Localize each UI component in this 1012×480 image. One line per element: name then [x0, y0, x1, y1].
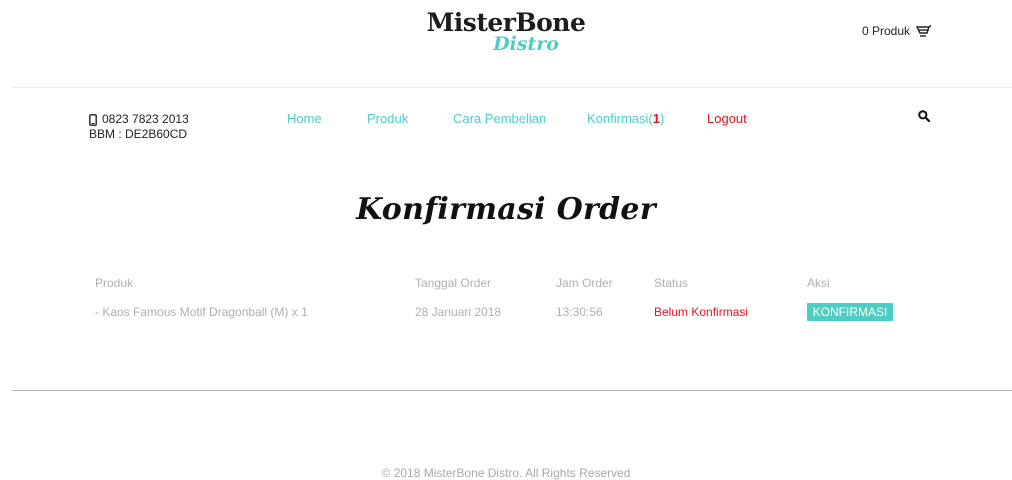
nav-produk[interactable]: Produk	[367, 111, 408, 126]
col-header-aksi: Aksi	[807, 276, 830, 290]
nav-cara-pembelian[interactable]: Cara Pembelian	[453, 111, 546, 126]
cell-tanggal: 28 Januari 2018	[415, 305, 502, 319]
bbm-pin: BBM : DE2B60CD	[89, 127, 188, 141]
nav-konfirmasi-close: )	[659, 111, 665, 126]
contact-info: 0823 7823 2013 BBM : DE2B60CD	[89, 112, 189, 142]
cart-link[interactable]: 0 Produk	[862, 24, 932, 38]
nav-home[interactable]: Home	[287, 111, 322, 126]
col-header-tanggal: Tanggal Order	[415, 276, 492, 290]
konfirmasi-count-badge: 1	[652, 111, 660, 126]
col-header-produk: Produk	[95, 276, 134, 290]
nav-logout[interactable]: Logout	[707, 111, 747, 126]
nav-konfirmasi[interactable]: Konfirmasi(1)	[587, 111, 664, 126]
col-header-status: Status	[654, 276, 689, 290]
cart-icon	[916, 24, 932, 38]
phone-icon	[89, 113, 97, 126]
status-badge: Belum Konfirmasi	[654, 305, 749, 319]
phone-number: 0823 7823 2013	[102, 112, 189, 126]
search-icon	[918, 109, 931, 126]
footer-divider	[12, 390, 1012, 391]
col-header-jam: Jam Order	[556, 276, 613, 290]
cell-produk: - Kaos Famous Motif Dragonball (M) x 1	[95, 305, 308, 319]
konfirmasi-button[interactable]: KONFIRMASI	[807, 303, 893, 321]
cell-jam: 13:30:56	[556, 305, 603, 319]
nav-konfirmasi-label: Konfirmasi(	[587, 111, 653, 126]
search-button[interactable]	[918, 109, 931, 127]
logo-sub-text: Distro	[493, 33, 559, 55]
page-title: Konfirmasi Order	[356, 192, 656, 227]
header-divider	[12, 87, 1012, 88]
cart-label: 0 Produk	[862, 24, 911, 38]
site-logo[interactable]: MisterBone Distro	[0, 10, 1012, 55]
